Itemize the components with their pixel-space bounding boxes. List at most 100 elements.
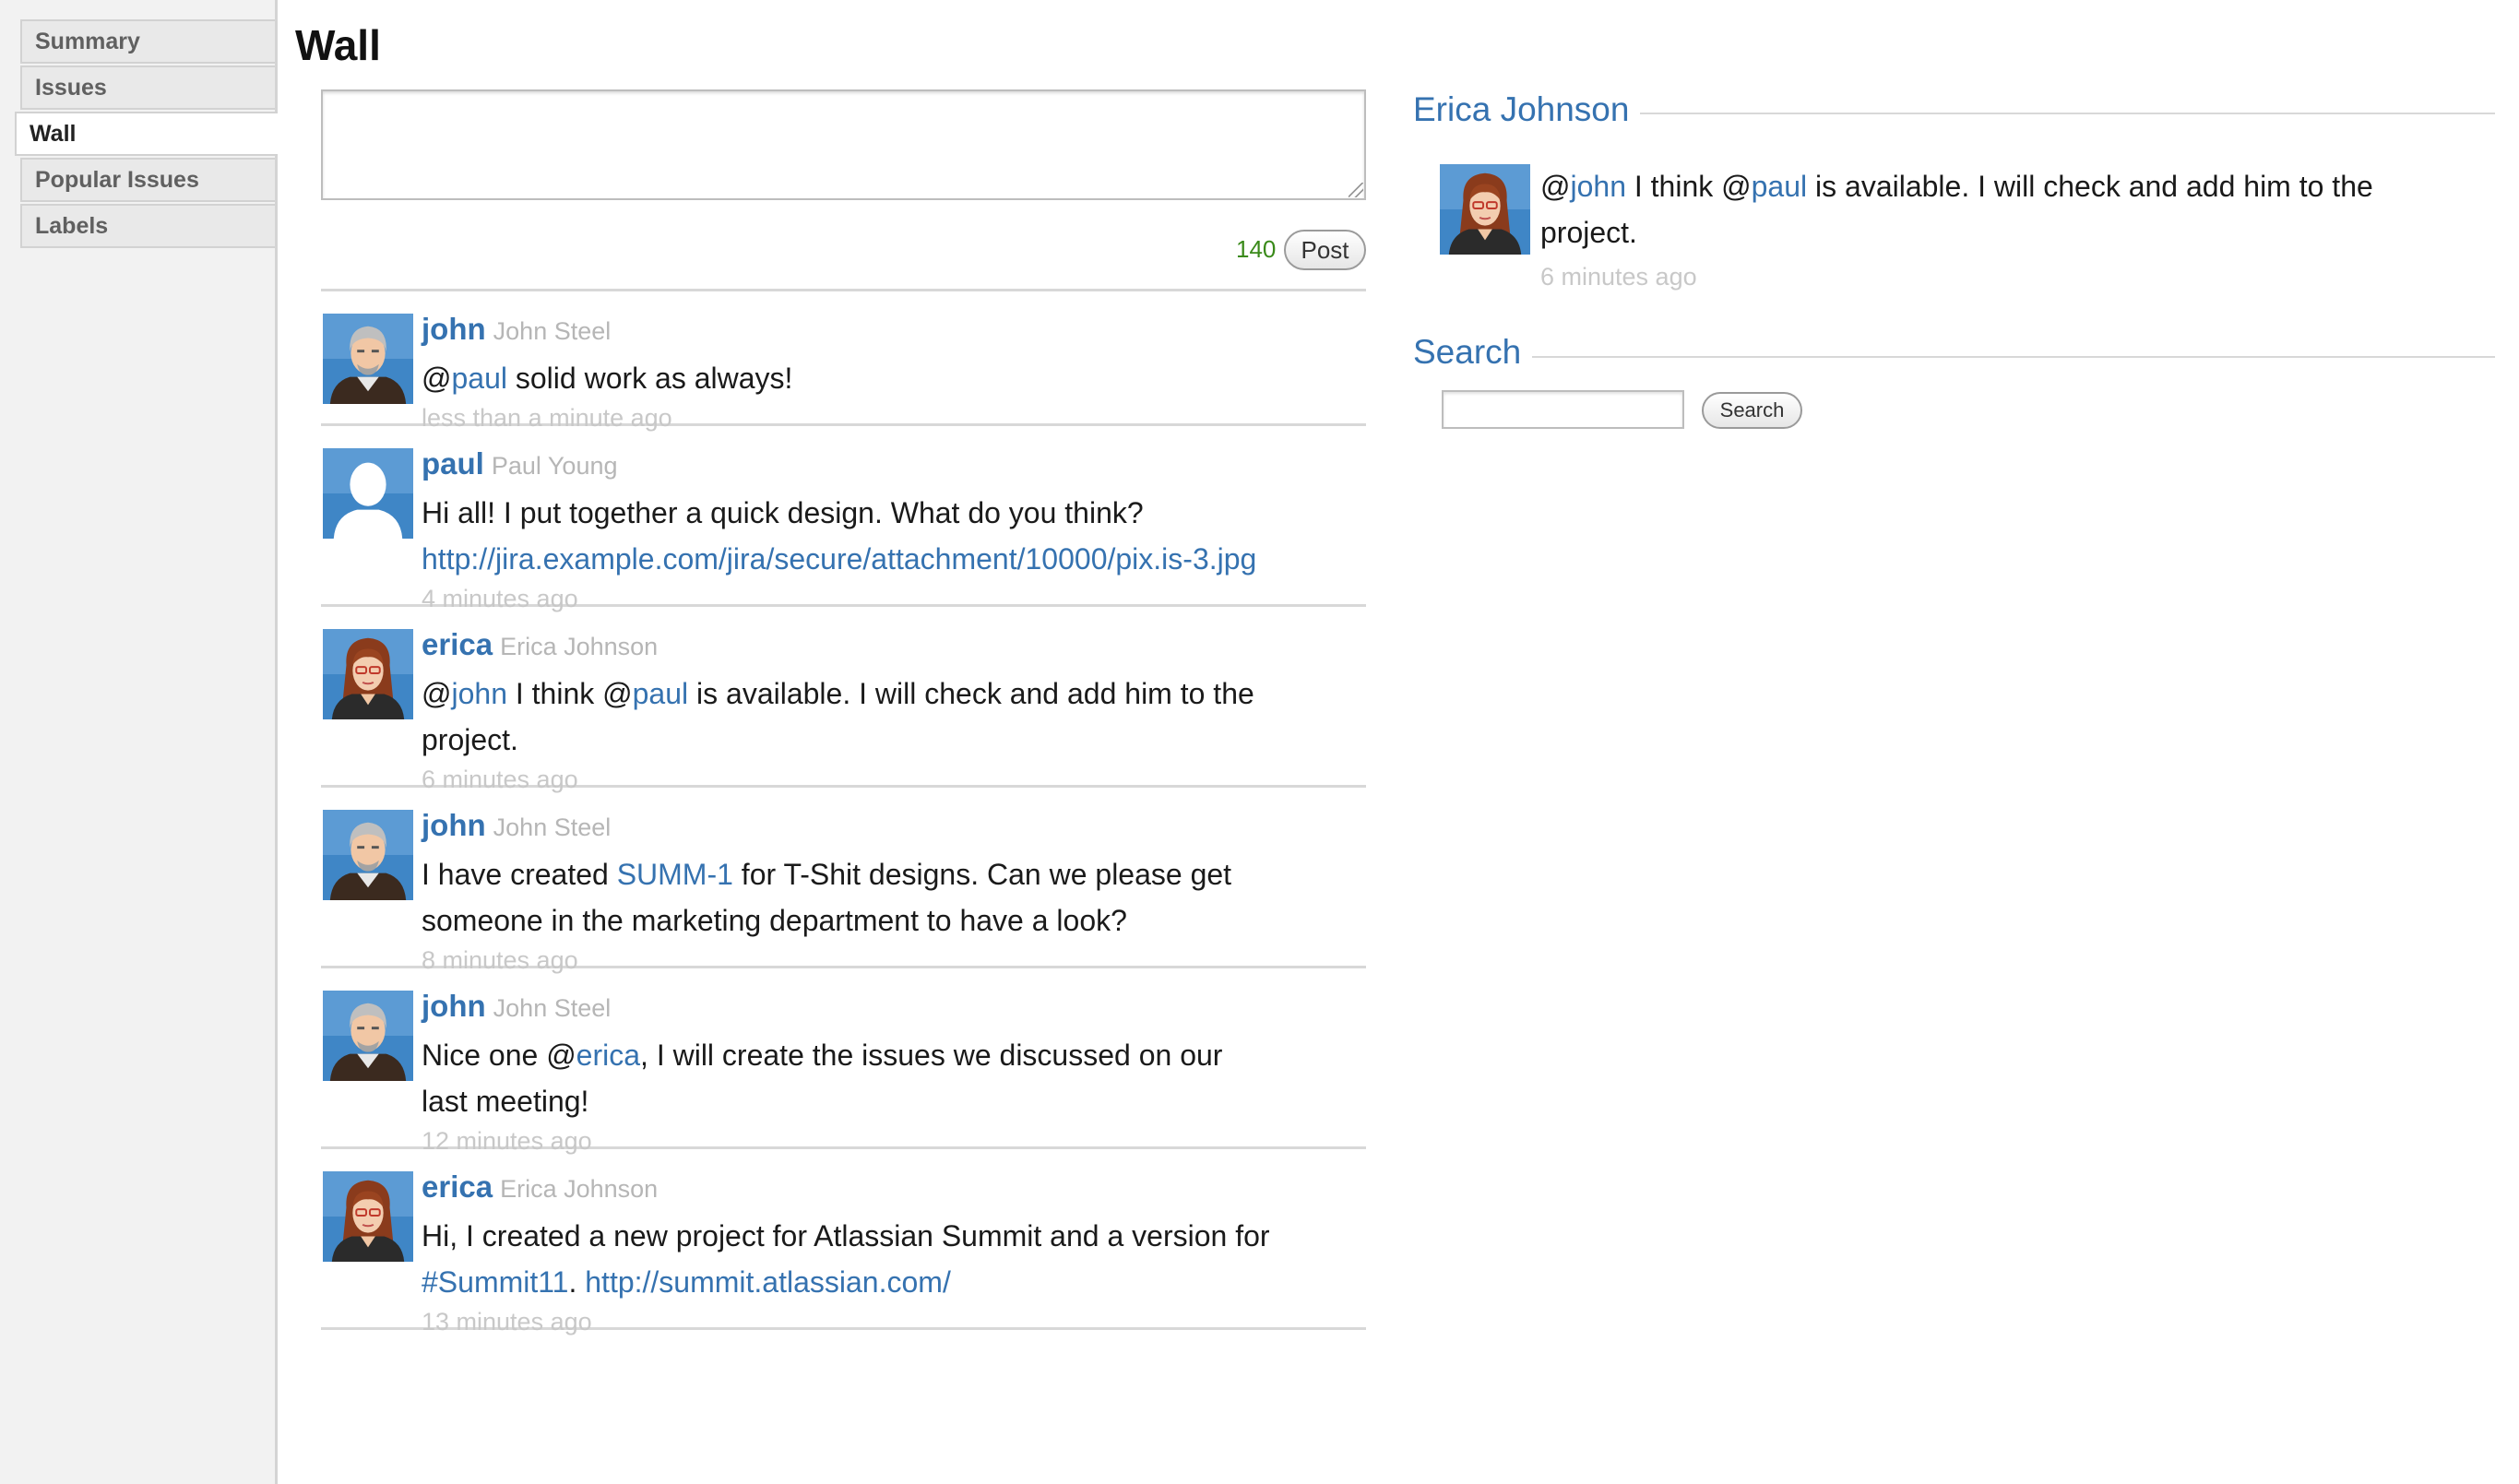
- sidebar-item-summary[interactable]: Summary: [20, 19, 275, 64]
- post-text: for T-Shit designs. Can we please get: [732, 858, 1232, 891]
- profile-latest-post-text: @john I think @paul is available. I will…: [1540, 163, 2481, 255]
- post-body: paul Paul Young Hi all! I put together a q…: [422, 445, 1362, 615]
- page: Summary Issues Wall Popular Issues Label…: [0, 0, 2519, 1484]
- default-user-avatar[interactable]: [323, 448, 413, 539]
- post-fullname: Erica Johnson: [500, 633, 659, 660]
- post-line: last meeting!: [422, 1078, 1362, 1124]
- post-username-link[interactable]: john: [422, 989, 486, 1023]
- search-input[interactable]: [1442, 390, 1684, 429]
- post-text: I think @: [506, 677, 633, 710]
- sidebar-item-issues[interactable]: Issues: [20, 65, 275, 110]
- post-link[interactable]: http://jira.example.com/jira/secure/atta…: [422, 542, 1256, 576]
- post-text: Hi, I created a new project for Atlassia…: [422, 1213, 1362, 1305]
- male-grey-hair-avatar[interactable]: [323, 810, 413, 900]
- profile-post-text: I think @: [1625, 170, 1752, 203]
- post-text: @paul solid work as always!: [422, 355, 1362, 401]
- post-button[interactable]: Post: [1284, 230, 1366, 270]
- post-text: someone in the marketing department to h…: [422, 904, 1127, 937]
- profile-post-line: @john I think @paul is available. I will…: [1540, 163, 2481, 209]
- textarea-resize-handle[interactable]: [1349, 183, 1363, 197]
- post-link[interactable]: http://summit.atlassian.com/: [585, 1265, 951, 1299]
- wall-post: paul Paul Young Hi all! I put together a q…: [321, 426, 1366, 612]
- profile-post-text: is available. I will check and add him t…: [1807, 170, 2373, 203]
- male-grey-hair-avatar[interactable]: [323, 991, 413, 1081]
- post-username-link[interactable]: john: [422, 312, 486, 346]
- profile-latest-post-time: 6 minutes ago: [1540, 263, 1697, 291]
- post-text: Hi all! I put together a quick design. W…: [422, 490, 1362, 582]
- female-red-hair-avatar[interactable]: [323, 1171, 413, 1262]
- search-section-title: Search: [1413, 333, 1533, 372]
- post-text: last meeting!: [422, 1085, 589, 1118]
- post-text: @: [422, 677, 452, 710]
- search-section-rule: [1420, 356, 2495, 358]
- profile-post-text: project.: [1540, 216, 1637, 249]
- post-text: I have created: [422, 858, 617, 891]
- wall-post: john John Steel Nice one @erica, I will cr…: [321, 968, 1366, 1155]
- post-username-link[interactable]: john: [422, 808, 486, 842]
- post-line: I have created SUMM-1 for T-Shit designs…: [422, 851, 1362, 897]
- post-body: john John Steel Nice one @erica, I will cr…: [422, 987, 1362, 1158]
- search-button[interactable]: Search: [1702, 392, 1802, 429]
- post-text: Hi all! I put together a quick design. W…: [422, 496, 1144, 529]
- post-text: , I will create the issues we discussed …: [640, 1039, 1223, 1072]
- post-link[interactable]: john: [451, 677, 507, 710]
- post-username-link[interactable]: erica: [422, 1169, 493, 1204]
- post-text: solid work as always!: [506, 362, 793, 395]
- post-text: Nice one @: [422, 1039, 576, 1072]
- profile-post-link[interactable]: john: [1570, 170, 1626, 203]
- male-grey-hair-avatar[interactable]: [323, 314, 413, 404]
- post-fullname: Paul Young: [491, 452, 618, 480]
- post-line: project.: [422, 717, 1362, 763]
- profile-name[interactable]: Erica Johnson: [1413, 90, 1641, 129]
- post-body: erica Erica Johnson Hi, I created a new pr…: [422, 1168, 1362, 1338]
- post-header: paul Paul Young: [422, 445, 1362, 490]
- post-fullname: John Steel: [493, 813, 612, 841]
- wall-post: erica Erica Johnson Hi, I created a new pr…: [321, 1149, 1366, 1336]
- wall-post: john John Steel I have created SUMM-1 for …: [321, 788, 1366, 974]
- post-link[interactable]: SUMM-1: [617, 858, 733, 891]
- post-fullname: John Steel: [493, 317, 612, 345]
- post-body: erica Erica Johnson @john I think @paul is…: [422, 625, 1362, 796]
- post-body: john John Steel @paul solid work as always…: [422, 310, 1362, 434]
- sidebar: Summary Issues Wall Popular Issues Label…: [0, 0, 278, 1484]
- post-text: project.: [422, 723, 518, 756]
- profile-avatar: [1440, 164, 1530, 255]
- post-link[interactable]: erica: [576, 1039, 640, 1072]
- wall-post: erica Erica Johnson @john I think @paul is…: [321, 607, 1366, 793]
- sidebar-item-popular-issues[interactable]: Popular Issues: [20, 158, 275, 202]
- post-line: @john I think @paul is available. I will…: [422, 671, 1362, 717]
- post-line: Hi, I created a new project for Atlassia…: [422, 1213, 1362, 1259]
- post-line: someone in the marketing department to h…: [422, 897, 1362, 944]
- sidebar-item-wall[interactable]: Wall: [15, 112, 278, 156]
- post-text: .: [568, 1265, 586, 1299]
- post-text: is available. I will check and add him t…: [688, 677, 1254, 710]
- post-fullname: John Steel: [493, 994, 612, 1022]
- post-timestamp: 13 minutes ago: [422, 1308, 592, 1336]
- post-header: erica Erica Johnson: [422, 1168, 1362, 1213]
- post-text: @: [422, 362, 452, 395]
- post-header: john John Steel: [422, 987, 1362, 1032]
- post-line: Hi all! I put together a quick design. W…: [422, 490, 1362, 536]
- post-header: erica Erica Johnson: [422, 625, 1362, 671]
- post-link[interactable]: paul: [633, 677, 689, 710]
- post-line: http://jira.example.com/jira/secure/atta…: [422, 536, 1362, 582]
- post-line: Nice one @erica, I will create the issue…: [422, 1032, 1362, 1078]
- post-header: john John Steel: [422, 310, 1362, 355]
- post-text: Nice one @erica, I will create the issue…: [422, 1032, 1362, 1124]
- post-fullname: Erica Johnson: [500, 1175, 659, 1203]
- wall-post: john John Steel @paul solid work as always…: [321, 291, 1366, 432]
- profile-post-link[interactable]: paul: [1752, 170, 1808, 203]
- sidebar-item-labels[interactable]: Labels: [20, 204, 275, 248]
- post-text: Hi, I created a new project for Atlassia…: [422, 1219, 1270, 1252]
- post-username-link[interactable]: paul: [422, 446, 484, 481]
- profile-post-line: project.: [1540, 209, 2481, 255]
- post-link[interactable]: paul: [451, 362, 507, 395]
- post-username-link[interactable]: erica: [422, 627, 493, 661]
- profile-post-text: @: [1540, 170, 1571, 203]
- female-red-hair-avatar[interactable]: [323, 629, 413, 719]
- remaining-character-count: 140: [1236, 235, 1277, 263]
- wall-post-input[interactable]: [321, 89, 1366, 200]
- post-link[interactable]: #Summit11: [422, 1265, 568, 1299]
- page-title: Wall: [295, 21, 381, 69]
- post-line: @paul solid work as always!: [422, 355, 1362, 401]
